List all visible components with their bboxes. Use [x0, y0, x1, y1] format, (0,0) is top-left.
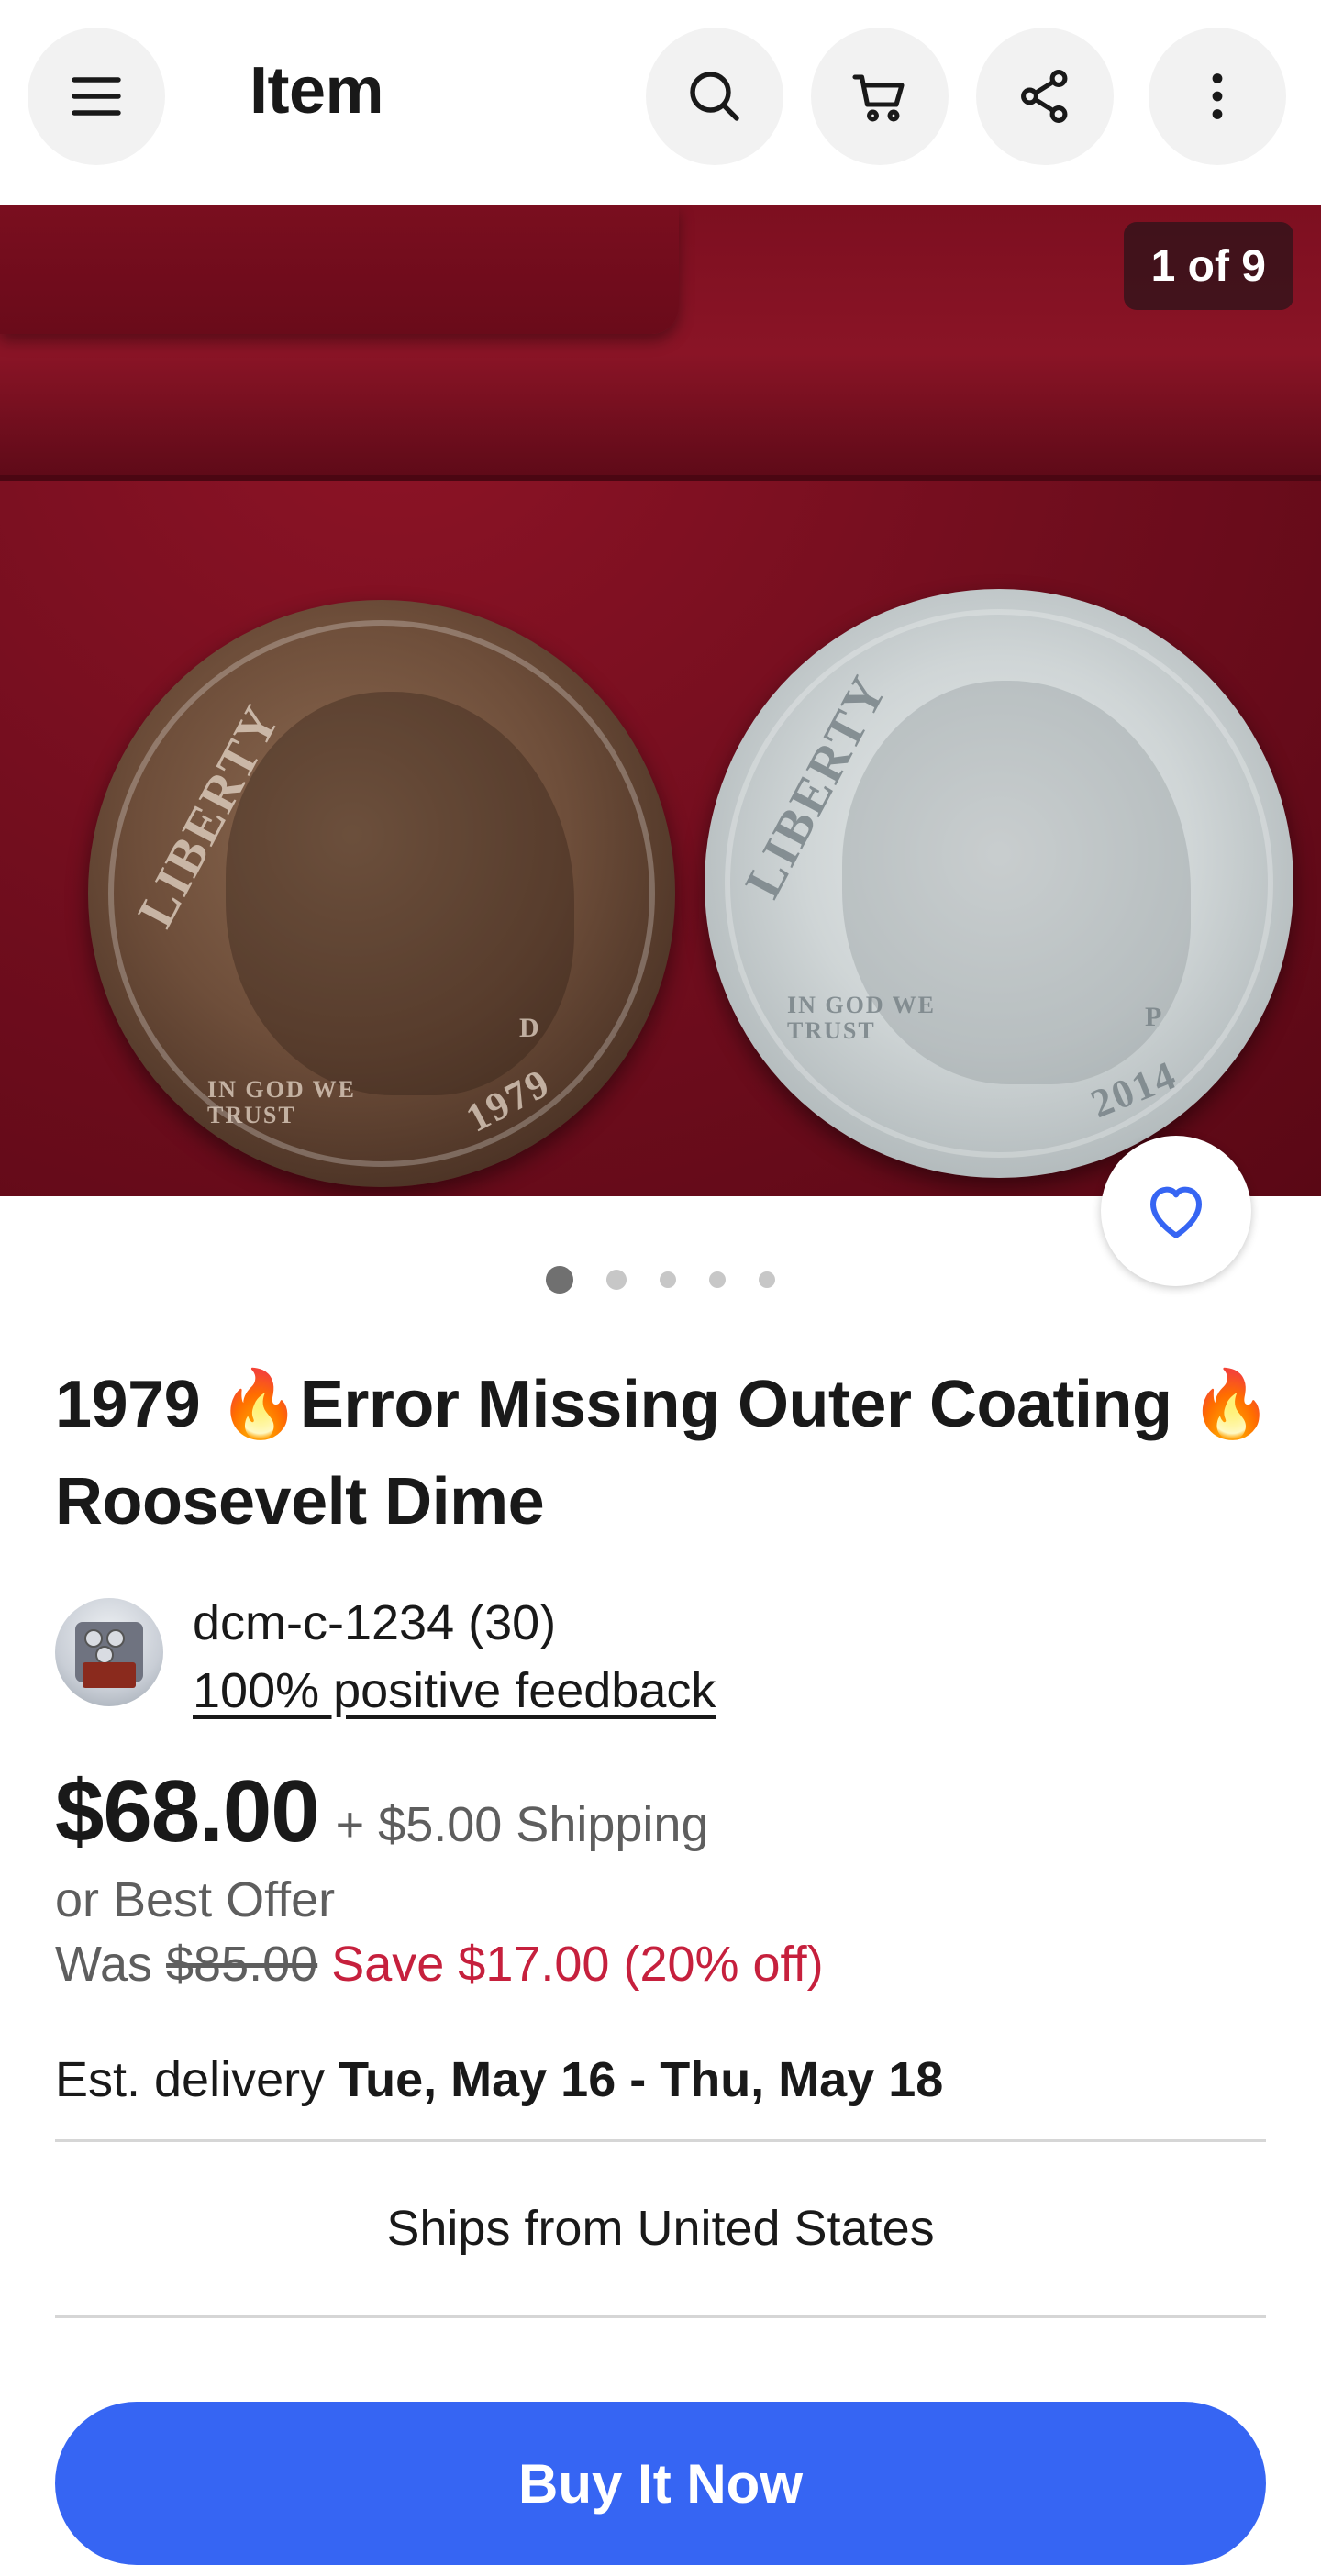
coin-mint-text: D	[519, 1013, 541, 1043]
pagination-dot[interactable]	[759, 1271, 775, 1288]
price-row: $68.00 + $5.00 Shipping	[55, 1761, 708, 1862]
shipping-cost: + $5.00 Shipping	[335, 1797, 709, 1852]
cart-icon	[852, 74, 905, 122]
was-label: Was	[55, 1937, 152, 1992]
page-title: Item	[250, 54, 384, 128]
pagination-dot[interactable]	[606, 1270, 627, 1290]
heart-icon	[1150, 1186, 1202, 1238]
more-options-button[interactable]	[1149, 28, 1286, 165]
delivery-label: Est. delivery	[55, 2052, 326, 2107]
gallery-pagination	[0, 1264, 1321, 1295]
buy-it-now-button[interactable]: Buy It Now	[55, 2402, 1266, 2565]
was-price-row: Was $85.00 Save $17.00 (20% off)	[55, 1936, 824, 1993]
menu-icon	[72, 77, 121, 116]
pagination-dot[interactable]	[660, 1271, 676, 1288]
search-icon	[690, 72, 739, 121]
seller-avatar[interactable]	[55, 1598, 163, 1706]
fire-icon: 🔥	[1189, 1368, 1272, 1441]
share-icon	[1021, 70, 1068, 123]
item-price: $68.00	[55, 1762, 320, 1860]
pagination-dot[interactable]	[709, 1271, 726, 1288]
divider	[55, 2139, 1266, 2142]
coin-motto-text: IN GOD WE TRUST	[207, 1076, 356, 1128]
search-button[interactable]	[646, 28, 783, 165]
coin-motto-text: IN GOD WE TRUST	[787, 992, 936, 1044]
share-button[interactable]	[976, 28, 1114, 165]
coin-1979-dime: LIBERTY IN GOD WE TRUST 1979 D	[88, 600, 675, 1187]
more-icon	[1212, 73, 1223, 119]
coin-2014-dime: LIBERTY IN GOD WE TRUST 2014 P	[705, 589, 1293, 1178]
listing-title: 1979 🔥Error Missing Outer Coating 🔥Roose…	[55, 1368, 1272, 1538]
divider	[55, 2315, 1266, 2318]
estimated-delivery: Est. delivery Tue, May 16 - Thu, May 18	[55, 2051, 943, 2108]
image-counter-badge: 1 of 9	[1123, 222, 1293, 310]
seller-name[interactable]: dcm-c-1234 (30)	[193, 1594, 556, 1651]
seller-feedback-link[interactable]: 100% positive feedback	[193, 1662, 716, 1719]
velvet-tab	[0, 205, 679, 334]
item-photo[interactable]: LIBERTY IN GOD WE TRUST 1979 D LIBERTY I…	[0, 205, 1321, 1196]
best-offer-text: or Best Offer	[55, 1872, 336, 1927]
seller-info[interactable]: dcm-c-1234 (30) 100% positive feedback	[55, 1594, 1248, 1723]
original-price: $85.00	[166, 1937, 318, 1992]
coin-mint-text: P	[1145, 1002, 1164, 1032]
menu-button[interactable]	[28, 28, 165, 165]
top-app-bar: Item	[0, 0, 1321, 205]
savings-text: Save $17.00 (20% off)	[331, 1937, 824, 1992]
delivery-dates: Tue, May 16 - Thu, May 18	[339, 2052, 944, 2107]
fire-icon: 🔥	[217, 1368, 301, 1441]
cart-button[interactable]	[811, 28, 949, 165]
pagination-dot-active[interactable]	[546, 1266, 573, 1294]
ships-from: Ships from United States	[386, 2201, 935, 2256]
